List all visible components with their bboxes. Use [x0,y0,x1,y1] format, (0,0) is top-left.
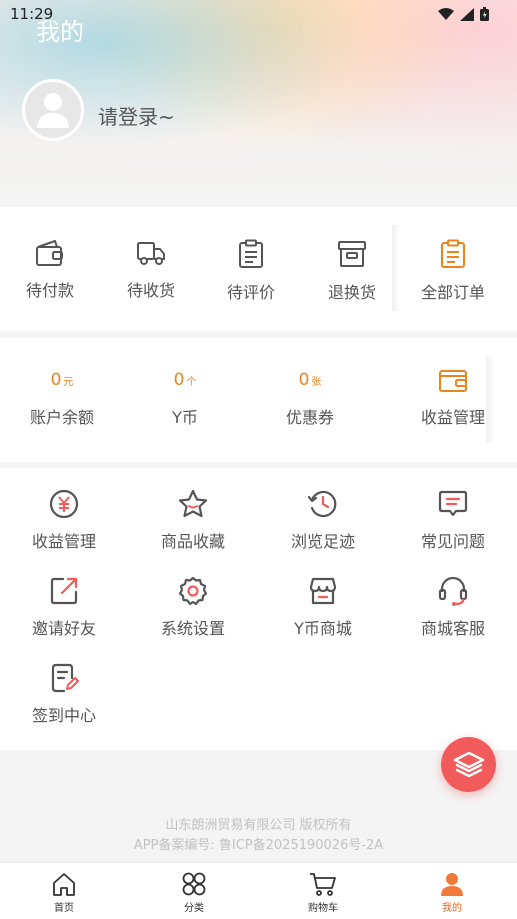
tool-customer-service[interactable]: 商城客服 [398,575,508,639]
tool-label: 商品收藏 [160,532,225,551]
tab-label: 购物车 [308,903,338,914]
order-pending-receipt[interactable]: 待收货 [101,239,201,301]
tab-label: 我的 [442,903,462,914]
wifi-icon [438,7,454,20]
floating-menu-button[interactable] [441,737,496,792]
copyright-text: 山东朗洲贸易有限公司 版权所有 [165,818,352,833]
profile-header: 11:29 我的 请登录~ [0,0,517,206]
tool-favorites[interactable]: 商品收藏 [138,488,248,552]
box-icon [338,241,366,267]
tab-home[interactable]: 首页 [24,871,104,914]
cart-icon [310,873,336,896]
ycoin-value: 0 [173,370,185,390]
home-icon [53,873,75,896]
tool-label: 邀请好友 [31,619,96,638]
order-pending-review[interactable]: 待评价 [201,239,301,303]
tool-label: 系统设置 [160,619,225,638]
icp-record-text: APP备案编号: 鲁ICP备2025190026号-2A [133,838,384,853]
tool-label: 签到中心 [31,706,96,725]
login-prompt[interactable]: 请登录~ [98,101,175,130]
tool-settings[interactable]: 系统设置 [138,575,248,639]
account-card: 0元 账户余额 0个 Y币 0张 优惠券 收益管理 [0,338,517,462]
yuan-icon [49,489,79,519]
order-all[interactable]: 全部订单 [403,239,503,303]
order-pending-payment[interactable]: 待付款 [0,239,100,301]
avatar[interactable] [22,79,84,141]
all-orders-icon [441,239,465,268]
account-ycoin[interactable]: 0个 Y币 [130,370,240,428]
battery-icon [480,7,489,21]
order-label: 退换货 [327,283,376,302]
truck-icon [137,242,165,265]
coupon-value: 0 [298,370,310,390]
balance-label: 账户余额 [29,408,94,427]
tab-label: 首页 [54,903,74,914]
tool-label: 商城客服 [420,619,485,638]
star-icon [178,489,208,518]
share-icon [50,577,78,605]
order-label: 待收货 [126,281,175,300]
order-label: 全部订单 [420,283,485,302]
account-income[interactable]: 收益管理 [398,368,508,428]
tab-cart[interactable]: 购物车 [283,871,363,914]
balance-unit: 元 [63,377,74,388]
checkin-icon [51,663,79,693]
headset-icon [438,576,468,606]
default-avatar-icon [37,93,69,128]
balance-value: 0 [50,370,62,390]
order-returns[interactable]: 退换货 [302,239,402,303]
tools-card: 收益管理 商品收藏 浏览足迹 常见问题 邀请好友 系统设置 Y币商城 商城客服 … [0,468,517,750]
tab-label: 分类 [184,903,204,914]
income-label: 收益管理 [420,408,485,427]
page-title: 我的 [36,18,84,46]
tool-faq[interactable]: 常见问题 [398,488,508,552]
ycoin-label: Y币 [172,408,198,427]
store-icon [309,577,337,605]
coupon-label: 优惠券 [285,408,334,427]
tool-label: 常见问题 [420,532,485,551]
order-label: 待评价 [226,283,275,302]
tab-category[interactable]: 分类 [154,871,234,914]
tool-checkin[interactable]: 签到中心 [9,662,119,726]
tool-invite[interactable]: 邀请好友 [9,575,119,639]
clipboard-icon [239,239,263,268]
account-balance[interactable]: 0元 账户余额 [7,370,117,428]
history-icon [307,490,337,518]
bottom-tab-bar: 首页 分类 购物车 我的 [0,862,517,919]
gear-icon [178,576,208,606]
tool-label: 收益管理 [31,532,96,551]
account-coupons[interactable]: 0张 优惠券 [255,370,365,428]
ycoin-unit: 个 [186,377,197,388]
layers-icon [453,751,484,777]
order-label: 待付款 [25,281,74,300]
tool-ycoin-mall[interactable]: Y币商城 [268,575,378,639]
tool-income[interactable]: 收益管理 [9,488,119,552]
status-icons [438,7,489,21]
wallet-icon [36,240,63,266]
coupon-unit: 张 [311,377,322,388]
orders-card: 待付款 待收货 待评价 退换货 全部订单 [0,207,517,331]
tool-label: 浏览足迹 [290,532,355,551]
tab-mine[interactable]: 我的 [412,871,492,914]
signal-icon [460,7,474,21]
message-icon [438,490,468,517]
divider [392,225,400,311]
category-icon [182,872,206,896]
tool-history[interactable]: 浏览足迹 [268,488,378,552]
user-icon [441,873,463,896]
wallet-icon [439,370,467,392]
tool-label: Y币商城 [294,619,352,638]
